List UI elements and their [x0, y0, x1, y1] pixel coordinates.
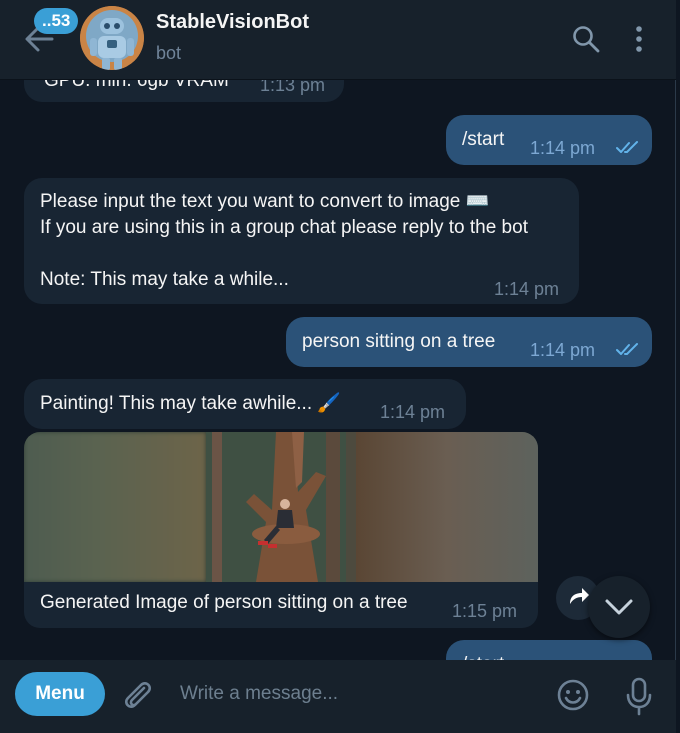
message-incoming[interactable]: Painting! This may take awhile... 🖌️ 1:1…: [24, 379, 466, 429]
chevron-down-icon: [605, 599, 633, 615]
attach-icon[interactable]: [120, 676, 154, 714]
message-time: 1:13 pm: [260, 80, 326, 95]
chat-subtitle: bot: [156, 43, 182, 63]
message-text-line: Please input the text you want to conver…: [40, 191, 490, 212]
message-incoming-caption[interactable]: Generated Image of person sitting on a t…: [24, 582, 538, 628]
message-text-line: Note: This may take a while...: [40, 269, 289, 290]
message-outgoing[interactable]: /start: [446, 640, 652, 660]
bot-menu-button[interactable]: Menu: [15, 672, 105, 716]
mic-icon[interactable]: [624, 676, 654, 716]
message-composer: Menu: [0, 660, 676, 733]
message-input[interactable]: [170, 672, 540, 716]
more-vert-icon[interactable]: [624, 24, 654, 54]
telegram-chat-window: ..53 StableVisionBot bot GPU: min. 6gb V…: [0, 0, 676, 733]
message-incoming[interactable]: GPU: min. 6gb VRAM 1:13 pm: [24, 80, 344, 102]
image-preview: [206, 432, 356, 582]
message-text-line: If you are using this in a group chat pl…: [40, 217, 528, 238]
generated-image[interactable]: [24, 432, 538, 582]
robot-avatar-image: [80, 6, 144, 70]
message-list[interactable]: GPU: min. 6gb VRAM 1:13 pm /start 1:14 p…: [0, 80, 676, 660]
image-blurred-background: [24, 432, 206, 582]
search-icon[interactable]: [571, 24, 601, 54]
message-time: 1:14 pm: [380, 402, 446, 422]
emoji-icon[interactable]: [556, 678, 590, 712]
message-text: Painting! This may take awhile... 🖌️: [40, 393, 342, 414]
double-check-icon: [616, 141, 638, 153]
scroll-to-bottom-button[interactable]: [588, 576, 650, 638]
message-time: 1:15 pm: [452, 601, 518, 621]
image-caption: Generated Image of person sitting on a t…: [40, 592, 408, 613]
chat-title[interactable]: StableVisionBot: [156, 11, 309, 34]
message-time: 1:14 pm: [530, 340, 596, 360]
message-text: /start: [462, 129, 505, 150]
unread-count-badge: ..53: [34, 8, 79, 34]
avatar[interactable]: [80, 6, 144, 70]
tree-image: [206, 432, 356, 582]
image-blurred-background: [356, 432, 538, 582]
double-check-icon: [616, 343, 638, 355]
chat-header: ..53 StableVisionBot bot: [0, 0, 676, 80]
message-time: 1:14 pm: [530, 138, 596, 158]
message-outgoing[interactable]: /start 1:14 pm: [446, 115, 652, 165]
message-text: /start: [462, 652, 504, 660]
message-incoming[interactable]: Please input the text you want to conver…: [24, 178, 579, 304]
message-outgoing[interactable]: person sitting on a tree 1:14 pm: [286, 317, 652, 367]
message-time: 1:14 pm: [494, 279, 560, 299]
message-text: GPU: min. 6gb VRAM: [44, 80, 229, 91]
message-text: person sitting on a tree: [302, 331, 496, 352]
